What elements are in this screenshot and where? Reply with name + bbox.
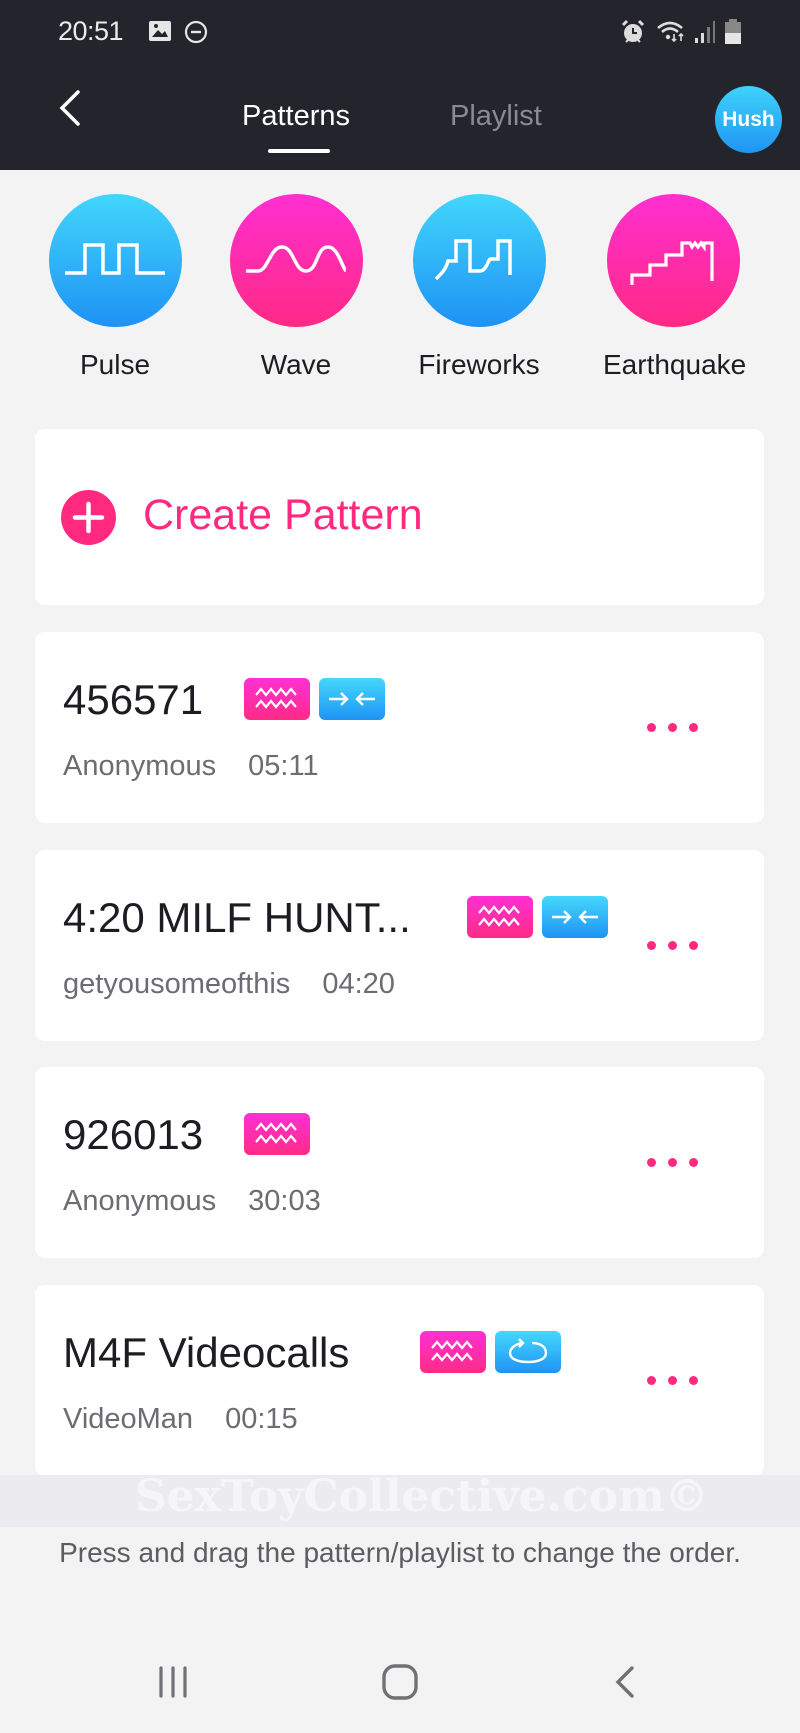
preset-label: Fireworks [418,349,540,380]
tab-patterns[interactable]: Patterns [242,100,350,133]
pattern-badges [467,896,608,938]
tab-playlist[interactable]: Playlist [450,100,542,133]
plus-circle-icon [61,490,116,545]
reorder-hint: Press and drag the pattern/playlist to c… [59,1537,741,1568]
more-options-button[interactable] [647,1369,707,1391]
back-button[interactable] [52,88,88,128]
sine-wave-icon [246,244,346,273]
pattern-list-item[interactable]: 456571 Anonymous 05:11 [35,632,764,823]
pattern-name: 456571 [63,676,204,723]
pattern-duration: 05:11 [248,750,319,782]
pattern-duration: 00:15 [225,1403,298,1435]
preset-circle [412,194,546,327]
pattern-author: getyousomeofthis [63,968,291,1000]
preset-wave[interactable]: Wave [226,194,366,381]
preset-label: Wave [260,349,332,380]
earthquake-wave-icon [630,239,714,285]
preset-circle [48,194,182,327]
pattern-name: M4F Videocalls [63,1329,350,1376]
pattern-author: Anonymous [63,1185,217,1217]
pattern-name: 926013 [63,1111,204,1158]
home-button[interactable] [380,1662,420,1702]
wave-badge-icon [244,1113,310,1155]
fireworks-wave-icon [434,238,512,280]
back-icon [615,1666,634,1698]
pattern-list-item[interactable]: 926013 Anonymous 30:03 [35,1067,764,1258]
pattern-author: VideoMan [63,1403,194,1435]
watermark: SexToyCollective.com© [135,1471,709,1522]
pattern-badges [244,678,385,720]
wave-badge-icon [467,896,533,938]
preset-label: Earthquake [603,349,747,380]
gallery-icon [149,21,171,41]
wave-badge-icon [420,1331,486,1373]
pattern-list-item[interactable]: 4:20 MILF HUNT... getyousomeofthis 04:20 [35,850,764,1041]
app-header: 20:51 Patterns Playlist Hush [0,0,800,170]
pattern-list-item[interactable]: M4F Videocalls VideoMan 00:15 [35,1285,764,1476]
pattern-name: 4:20 MILF HUNT... [63,894,411,941]
preset-circle [606,194,740,327]
arrows-in-badge-icon [542,896,608,938]
pattern-badges [244,1113,310,1155]
preset-pulse[interactable]: Pulse [45,194,185,381]
chevron-left-icon [59,90,80,126]
pattern-duration: 04:20 [322,968,395,1000]
status-time: 20:51 [58,16,124,46]
preset-earthquake[interactable]: Earthquake [603,194,747,381]
home-icon [382,1664,418,1700]
wifi-icon [657,21,684,43]
arrows-in-badge-icon [319,678,385,720]
preset-circle [229,194,363,327]
pattern-badges [420,1331,561,1373]
battery-icon [725,19,741,44]
recent-apps-button[interactable] [156,1662,192,1702]
more-options-button[interactable] [647,1151,707,1173]
pattern-duration: 30:03 [248,1185,321,1217]
pattern-meta: VideoMan 00:15 [63,1403,298,1436]
wave-badge-icon [244,678,310,720]
device-avatar-button[interactable]: Hush [715,86,782,153]
preset-fireworks[interactable]: Fireworks [409,194,549,381]
pattern-author: Anonymous [63,750,217,782]
pattern-meta: Anonymous 30:03 [63,1185,321,1218]
pattern-meta: getyousomeofthis 04:20 [63,968,395,1001]
more-options-button[interactable] [647,934,707,956]
pulse-wave-icon [65,242,165,275]
create-pattern-button[interactable]: Create Pattern [35,429,764,605]
more-options-button[interactable] [647,716,707,738]
loop-badge-icon [495,1331,561,1373]
preset-label: Pulse [79,349,151,380]
do-not-disturb-icon [184,20,208,44]
alarm-icon [621,19,645,43]
signal-icon [695,21,715,43]
system-back-button[interactable] [610,1662,640,1702]
recent-apps-icon [159,1666,187,1698]
pattern-meta: Anonymous 05:11 [63,750,319,783]
active-tab-indicator [268,149,330,153]
create-pattern-label: Create Pattern [143,491,423,539]
